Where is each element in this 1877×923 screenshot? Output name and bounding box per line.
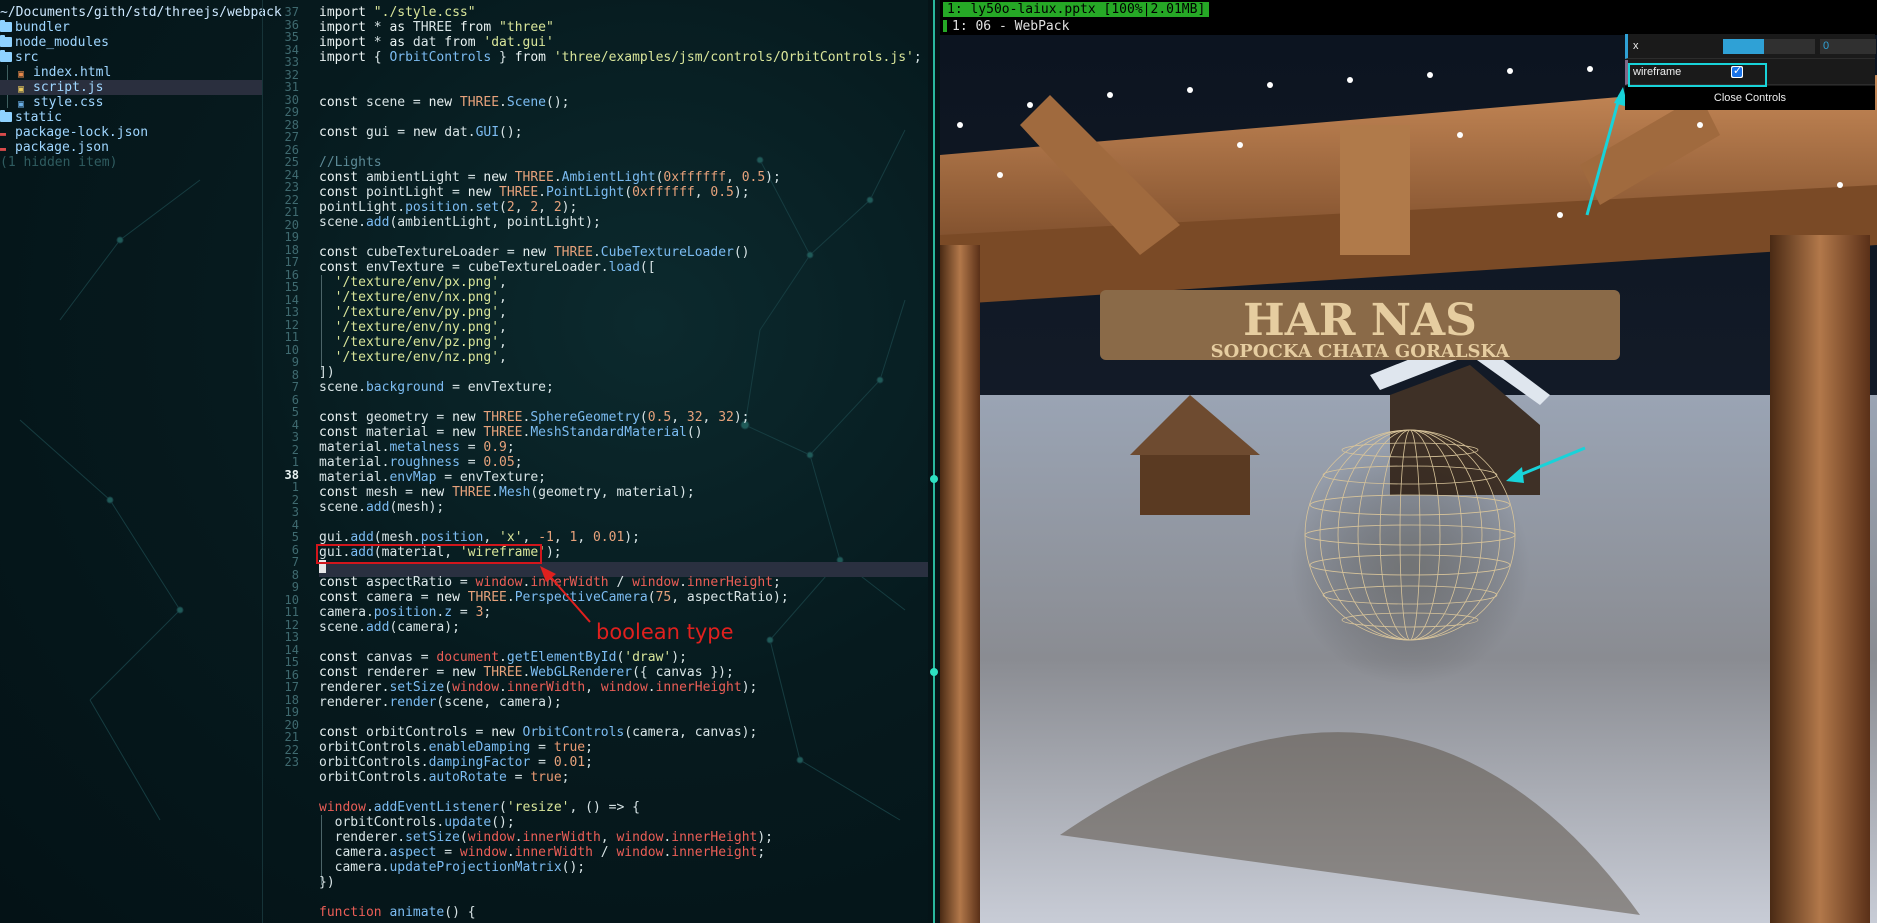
code-line: const camera = new THREE.PerspectiveCame… <box>319 590 789 605</box>
divider-marker <box>930 475 938 483</box>
code-line: const canvas = document.getElementById('… <box>319 650 687 665</box>
code-line: orbitControls.update(); <box>319 815 515 830</box>
annotation-highlight-box <box>316 544 542 564</box>
gui-wireframe-checkbox[interactable]: ✓ <box>1731 64 1743 78</box>
code-line: //Lights <box>319 155 382 170</box>
code-line: renderer.setSize(window.innerWidth, wind… <box>319 680 758 695</box>
code-line: scene.background = envTexture; <box>319 380 554 395</box>
code-line: import "./style.css" <box>319 5 476 20</box>
code-line: import * as dat from 'dat.gui' <box>319 35 554 50</box>
tree-item-index-html[interactable]: ▣ index.html <box>0 65 111 80</box>
gui-annotation-highlight-box <box>1628 63 1767 87</box>
code-line: const geometry = new THREE.SphereGeometr… <box>319 410 750 425</box>
tree-item-src[interactable]: src <box>0 50 38 65</box>
gui-x-slider-fill <box>1723 39 1765 54</box>
code-line: renderer.render(scene, camera); <box>319 695 562 710</box>
code-line: material.roughness = 0.05; <box>319 455 523 470</box>
divider-marker <box>930 668 938 676</box>
viewer-status-bar: 1: ly50o-laiux.pptx [100%|2.01MB] <box>943 2 1210 17</box>
tree-root-path[interactable]: ~/Documents/gith/std/threejs/webpack <box>0 5 282 20</box>
code-line: '/texture/env/pz.png', <box>334 335 507 350</box>
tree-item-bundler[interactable]: bundler <box>0 20 70 35</box>
gui-close-controls-button[interactable]: Close Controls <box>1625 86 1875 110</box>
sign-title: HAR NAS <box>1243 295 1477 346</box>
gui-x-number-input[interactable]: 0 <box>1820 39 1876 54</box>
tree-item-package-lock-json[interactable]: ▬ package-lock.json <box>0 125 148 140</box>
line-number: 23 <box>284 755 299 769</box>
code-line: '/texture/env/nx.png', <box>334 290 507 305</box>
code-line: import * as THREE from "three" <box>319 20 554 35</box>
folder-icon <box>0 35 12 47</box>
tree-item-style-css[interactable]: ▣ style.css <box>0 95 103 110</box>
code-line: orbitControls.dampingFactor = 0.01; <box>319 755 593 770</box>
code-line: orbitControls.enableDamping = true; <box>319 740 593 755</box>
gui-control-x: x 0 <box>1625 34 1876 59</box>
code-line: const envTexture = cubeTextureLoader.loa… <box>319 260 656 275</box>
code-line: camera.updateProjectionMatrix(); <box>319 860 586 875</box>
code-line: material.metalness = 0.9; <box>319 440 515 455</box>
code-line: const cubeTextureLoader = new THREE.Cube… <box>319 245 750 260</box>
gui-x-label: x <box>1633 40 1639 52</box>
viewer-window-title: 1: 06 - WebPack <box>943 19 1069 34</box>
code-line: const orbitControls = new OrbitControls(… <box>319 725 758 740</box>
code-line: const pointLight = new THREE.PointLight(… <box>319 185 750 200</box>
code-line: '/texture/env/px.png', <box>334 275 507 290</box>
json-file-icon: ▬ <box>0 144 7 155</box>
file-explorer: ~/Documents/gith/std/threejs/webpack bun… <box>0 0 282 923</box>
terminal: ~/Documents/gith/std/threejs/webpack bun… <box>0 0 928 923</box>
folder-open-icon <box>0 50 12 62</box>
tree-item-static[interactable]: static <box>0 110 62 125</box>
code-line: import { OrbitControls } from 'three/exa… <box>319 50 922 65</box>
code-line: orbitControls.autoRotate = true; <box>319 770 570 785</box>
css-file-icon: ▣ <box>18 99 25 110</box>
code-line: scene.add(mesh); <box>319 500 445 515</box>
code-line: gui.add(mesh.position, 'x', -1, 1, 0.01)… <box>319 530 640 545</box>
presentation-viewer: 1: ly50o-laiux.pptx [100%|2.01MB] 1: 06 … <box>940 0 1877 923</box>
code-line: const mesh = new THREE.Mesh(geometry, ma… <box>319 485 695 500</box>
code-line: camera.aspect = window.innerWidth / wind… <box>319 845 766 860</box>
code-line: const material = new THREE.MeshStandardM… <box>319 425 703 440</box>
code-line: const renderer = new THREE.WebGLRenderer… <box>319 665 734 680</box>
folder-icon <box>0 110 12 122</box>
folder-icon <box>0 20 12 32</box>
tree-item-package-json[interactable]: ▬ package.json <box>0 140 109 155</box>
checkmark-icon: ✓ <box>1733 64 1743 77</box>
code-line: scene.add(camera); <box>319 620 460 635</box>
code-line: '/texture/env/py.png', <box>334 305 507 320</box>
divider-line <box>933 0 935 923</box>
tree-hidden-items-note: (1 hidden item) <box>0 155 118 170</box>
tree-item-node-modules[interactable]: node_modules <box>0 35 109 50</box>
js-file-icon: ▣ <box>18 84 25 95</box>
json-file-icon: ▬ <box>0 129 7 140</box>
threejs-scene-canvas[interactable]: HAR NAS SOPOCKA CHATA GORALSKA <box>940 35 1877 923</box>
code-line: ]) <box>319 365 335 380</box>
pane-divider[interactable] <box>928 0 940 923</box>
code-line: }) <box>319 875 335 890</box>
code-line: '/texture/env/ny.png', <box>334 320 507 335</box>
annotation-label: boolean type <box>596 620 734 644</box>
code-line: scene.add(ambientLight, pointLight); <box>319 215 601 230</box>
code-line: const ambientLight = new THREE.AmbientLi… <box>319 170 781 185</box>
title-marker <box>943 20 947 32</box>
code-line: const aspectRatio = window.innerWidth / … <box>319 575 781 590</box>
code-line: '/texture/env/nz.png', <box>334 350 507 365</box>
code-editor[interactable]: 37 36 35 34 33 32 31 30 29 28 27 26 25 24 23 22 21 20 19 18… <box>263 0 928 923</box>
html-file-icon: ▣ <box>18 69 25 80</box>
sign-subtitle: SOPOCKA CHATA GORALSKA <box>1211 341 1511 362</box>
code-line: const gui = new dat.GUI(); <box>319 125 523 140</box>
tree-item-script-js[interactable]: ▣ script.js <box>0 80 262 95</box>
code-line: renderer.setSize(window.innerWidth, wind… <box>319 830 773 845</box>
code-line: material.envMap = envTexture; <box>319 470 546 485</box>
code-line: function animate() { <box>319 905 476 920</box>
gui-x-slider[interactable] <box>1723 39 1815 54</box>
code-line: const scene = new THREE.Scene(); <box>319 95 570 110</box>
code-line: window.addEventListener('resize', () => … <box>319 800 640 815</box>
code-line: camera.position.z = 3; <box>319 605 492 620</box>
code-line: pointLight.position.set(2, 2, 2); <box>319 200 578 215</box>
